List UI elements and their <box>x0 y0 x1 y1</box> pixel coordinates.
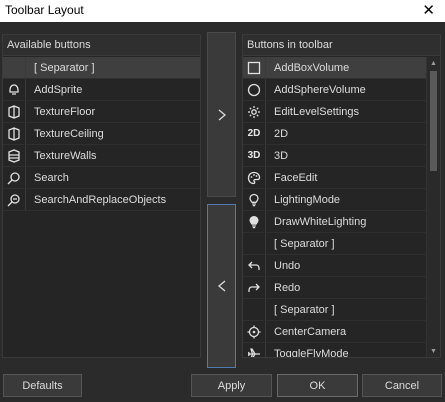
dialog-body: Available buttons [ Separator ] AddSprite… <box>0 22 445 402</box>
defaults-button[interactable]: Defaults <box>3 374 82 397</box>
list-item[interactable]: AddBoxVolume <box>243 57 426 79</box>
list-item-label: CenterCamera <box>274 325 347 338</box>
list-item[interactable]: EditLevelSettings <box>243 101 426 123</box>
sphere-icon <box>243 79 266 100</box>
list-item-label: DrawWhiteLighting <box>274 215 367 228</box>
list-item-label: AddBoxVolume <box>274 61 350 74</box>
list-item-label: Redo <box>274 281 301 294</box>
scroll-down-icon[interactable]: ▼ <box>427 345 440 357</box>
available-buttons-list[interactable]: [ Separator ] AddSprite TextureFloor Textur… <box>3 57 200 357</box>
available-buttons-panel: Available buttons [ Separator ] AddSprite… <box>2 34 201 358</box>
list-item-label: AddSphereVolume <box>274 83 366 96</box>
blank-icon <box>243 233 266 254</box>
undo-icon <box>243 255 266 276</box>
box-icon <box>243 57 266 78</box>
ok-button[interactable]: OK <box>277 374 358 397</box>
available-buttons-header: Available buttons <box>3 35 200 56</box>
list-item-label: FaceEdit <box>274 171 318 184</box>
list-item-label: TextureFloor <box>34 105 96 118</box>
blank-icon <box>243 299 266 320</box>
search-icon <box>3 167 26 188</box>
list-item-label: 2D <box>274 127 289 140</box>
list-item[interactable]: [ Separator ] <box>3 57 200 79</box>
sprite-icon <box>3 79 26 100</box>
bulb-icon <box>243 189 266 210</box>
chevron-left-icon <box>217 280 225 292</box>
list-item[interactable]: 3D 3D <box>243 145 426 167</box>
redo-icon <box>243 277 266 298</box>
3d-icon: 3D <box>243 145 266 166</box>
crosshair-icon <box>243 321 266 342</box>
bulb-white-icon <box>243 211 266 232</box>
icon-text: 2D <box>247 128 261 139</box>
close-icon[interactable]: ✕ <box>422 1 435 19</box>
list-item[interactable]: AddSprite <box>3 79 200 101</box>
toolbar-buttons-header: Buttons in toolbar <box>243 35 440 56</box>
list-item[interactable]: 2D 2D <box>243 123 426 145</box>
texture-walls-icon <box>3 145 26 166</box>
scrollbar-thumb[interactable] <box>430 71 437 171</box>
list-item-label: SearchAndReplaceObjects <box>34 193 167 206</box>
list-item[interactable]: TextureCeiling <box>3 123 200 145</box>
icon-text: 3D <box>247 150 261 161</box>
list-item-label: EditLevelSettings <box>274 105 359 118</box>
list-item-label: LightingMode <box>274 193 341 206</box>
list-item[interactable]: TextureFloor <box>3 101 200 123</box>
list-item-label: [ Separator ] <box>274 303 335 316</box>
list-item-label: [ Separator ] <box>274 237 335 250</box>
list-item-label: TextureWalls <box>34 149 97 162</box>
blank-icon <box>3 57 26 78</box>
toolbar-buttons-panel: Buttons in toolbar AddBoxVolume AddSphere… <box>242 34 441 358</box>
list-item[interactable]: Undo <box>243 255 426 277</box>
list-item[interactable]: ToggleFlyMode <box>243 343 426 357</box>
apply-button[interactable]: Apply <box>191 374 272 397</box>
window-title: Toolbar Layout <box>5 3 84 17</box>
list-item-label: Search <box>34 171 69 184</box>
list-item-label: Undo <box>274 259 301 272</box>
chevron-right-icon <box>218 109 226 120</box>
list-item-label: TextureCeiling <box>34 127 104 140</box>
list-item[interactable]: SearchAndReplaceObjects <box>3 189 200 211</box>
remove-from-toolbar-button[interactable] <box>207 204 236 368</box>
texture-floor-icon <box>3 101 26 122</box>
2d-icon: 2D <box>243 123 266 144</box>
add-to-toolbar-button[interactable] <box>207 32 236 197</box>
palette-icon <box>243 167 266 188</box>
title-bar: Toolbar Layout ✕ <box>0 0 445 22</box>
list-item[interactable]: [ Separator ] <box>243 299 426 321</box>
list-item[interactable]: DrawWhiteLighting <box>243 211 426 233</box>
scroll-up-icon[interactable]: ▲ <box>427 57 440 69</box>
list-item-label: AddSprite <box>34 83 83 96</box>
cancel-button[interactable]: Cancel <box>362 374 442 397</box>
list-item[interactable]: TextureWalls <box>3 145 200 167</box>
list-item-label: ToggleFlyMode <box>274 347 349 358</box>
plane-icon <box>243 343 266 357</box>
list-item[interactable]: LightingMode <box>243 189 426 211</box>
list-item[interactable]: [ Separator ] <box>243 233 426 255</box>
list-item[interactable]: Redo <box>243 277 426 299</box>
list-item-label: 3D <box>274 149 289 162</box>
list-item[interactable]: AddSphereVolume <box>243 79 426 101</box>
gear-icon <box>243 101 266 122</box>
list-item[interactable]: Search <box>3 167 200 189</box>
list-item[interactable]: FaceEdit <box>243 167 426 189</box>
list-item-label: [ Separator ] <box>34 61 95 74</box>
toolbar-list-scrollbar[interactable]: ▲ ▼ <box>426 57 440 357</box>
list-item[interactable]: CenterCamera <box>243 321 426 343</box>
toolbar-buttons-list[interactable]: AddBoxVolume AddSphereVolume EditLevelSett… <box>243 57 426 357</box>
texture-ceiling-icon <box>3 123 26 144</box>
search-replace-icon <box>3 189 26 210</box>
